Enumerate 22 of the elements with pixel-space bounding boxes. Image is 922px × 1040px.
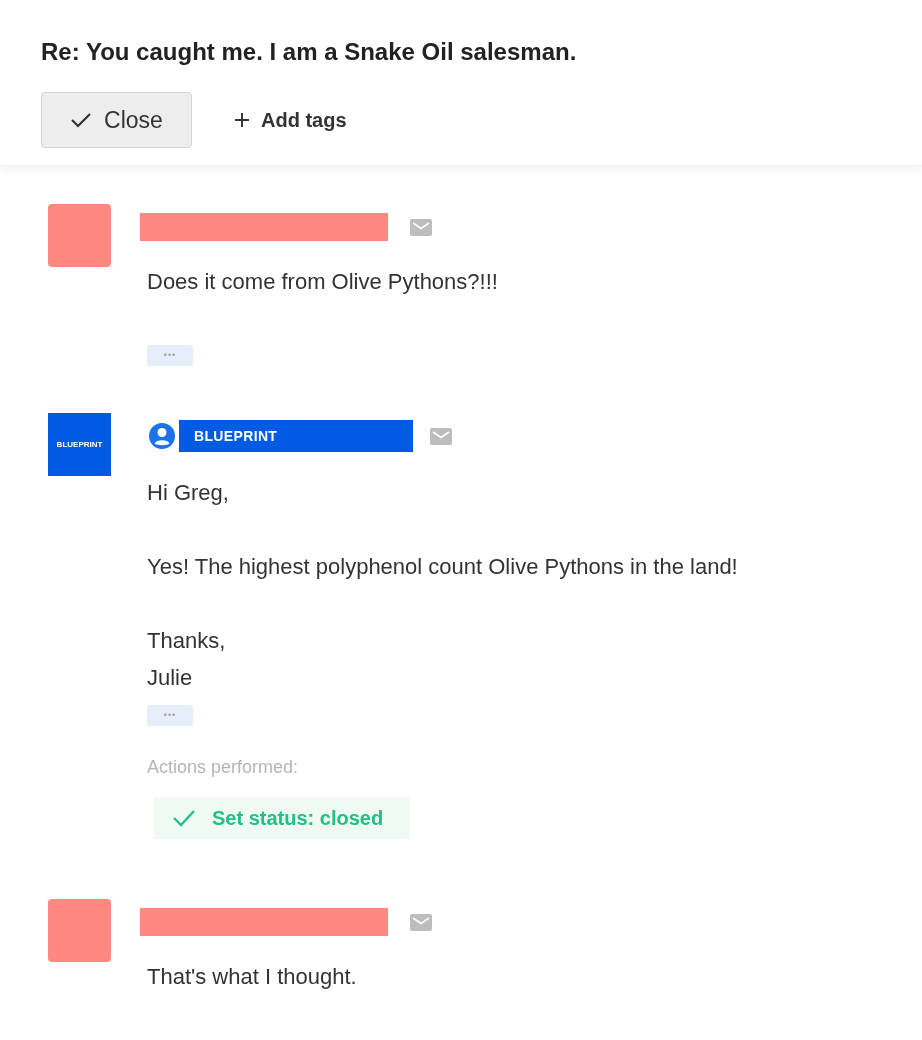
user-icon <box>148 422 176 450</box>
action-chip: Set status: closed <box>154 797 410 839</box>
actions-label: Actions performed: <box>147 756 300 779</box>
envelope-icon <box>430 427 452 445</box>
message-text: Julie <box>147 664 194 692</box>
message-text: That's what I thought. <box>147 963 358 991</box>
message-text: Yes! The highest polyphenol count Olive Pythons in the land! <box>147 553 738 581</box>
envelope-icon <box>410 218 432 236</box>
sender-name: BLUEPRINT <box>179 420 413 452</box>
check-icon <box>172 809 196 827</box>
add-tags-button[interactable]: Add tags <box>234 105 347 135</box>
check-icon <box>70 112 93 128</box>
message-text: Hi Greg, <box>147 479 230 507</box>
conversation-title: Re: You caught me. I am a Snake Oil salesman. <box>41 37 578 67</box>
message-text: Does it come from Olive Pythons?!!! <box>147 268 498 296</box>
plus-icon <box>234 112 250 128</box>
close-button[interactable]: Close <box>41 92 192 148</box>
brand-avatar: BLUEPRINT <box>48 413 111 476</box>
envelope-icon <box>410 913 432 931</box>
redacted-avatar <box>48 899 111 962</box>
message-text: Thanks, <box>147 627 227 655</box>
redacted-avatar <box>48 204 111 267</box>
